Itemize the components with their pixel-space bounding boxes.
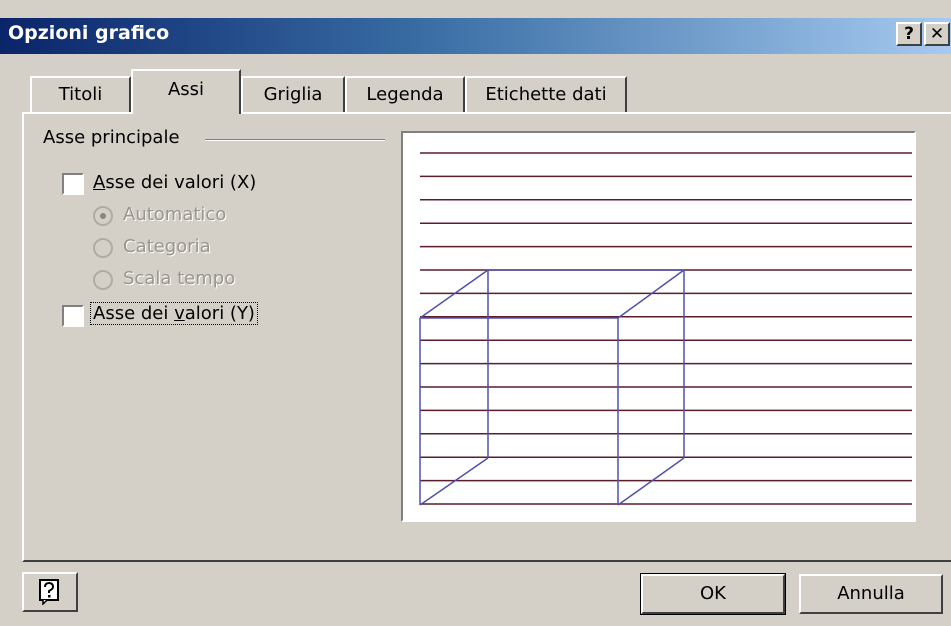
cancel-button[interactable]: Annulla	[799, 574, 943, 614]
close-icon[interactable]: ✕	[924, 22, 950, 46]
x-axis-checkbox[interactable]	[62, 173, 84, 195]
tab-legenda[interactable]: Legenda	[345, 76, 465, 112]
radio-automatico[interactable]	[93, 206, 113, 226]
tab-etichette-dati[interactable]: Etichette dati	[465, 76, 627, 112]
x-axis-label-text: sse dei valori (X)	[105, 172, 257, 193]
box-edge	[617, 457, 685, 506]
radio-categoria[interactable]	[93, 238, 113, 258]
radio-scala-tempo[interactable]	[93, 270, 113, 290]
radio-categoria-label: Categoria	[123, 236, 211, 257]
y-axis-label-after: alori (Y)	[184, 303, 255, 324]
x-axis-label[interactable]: Asse dei valori (X)	[93, 172, 256, 193]
group-divider	[205, 139, 385, 141]
preview-gridlines	[420, 152, 912, 505]
radio-automatico-label: Automatico	[123, 204, 227, 225]
help-button[interactable]	[22, 572, 78, 612]
radio-scala-tempo-label: Scala tempo	[123, 268, 236, 289]
tab-assi[interactable]: Assi	[131, 69, 241, 114]
tab-titoli[interactable]: Titoli	[30, 76, 131, 112]
ok-button[interactable]: OK	[640, 573, 786, 615]
y-axis-label-before: Asse dei	[93, 303, 175, 324]
radio-selected-dot	[100, 213, 106, 219]
y-axis-label[interactable]: Asse dei valori (Y)	[90, 302, 258, 325]
tab-griglia[interactable]: Griglia	[241, 76, 345, 112]
window-title: Opzioni grafico	[8, 22, 170, 44]
preview-drawing	[419, 152, 912, 506]
group-title: Asse principale	[43, 127, 180, 148]
y-axis-mnemonic: v	[174, 303, 185, 324]
x-axis-mnemonic: A	[93, 172, 106, 193]
title-bar[interactable]: Opzioni grafico ? ✕	[0, 18, 951, 54]
help-icon	[39, 579, 59, 605]
help-caption-button[interactable]: ?	[896, 22, 922, 46]
axis-preview	[401, 131, 916, 522]
box-edge	[419, 457, 489, 506]
y-axis-checkbox[interactable]	[62, 305, 84, 327]
